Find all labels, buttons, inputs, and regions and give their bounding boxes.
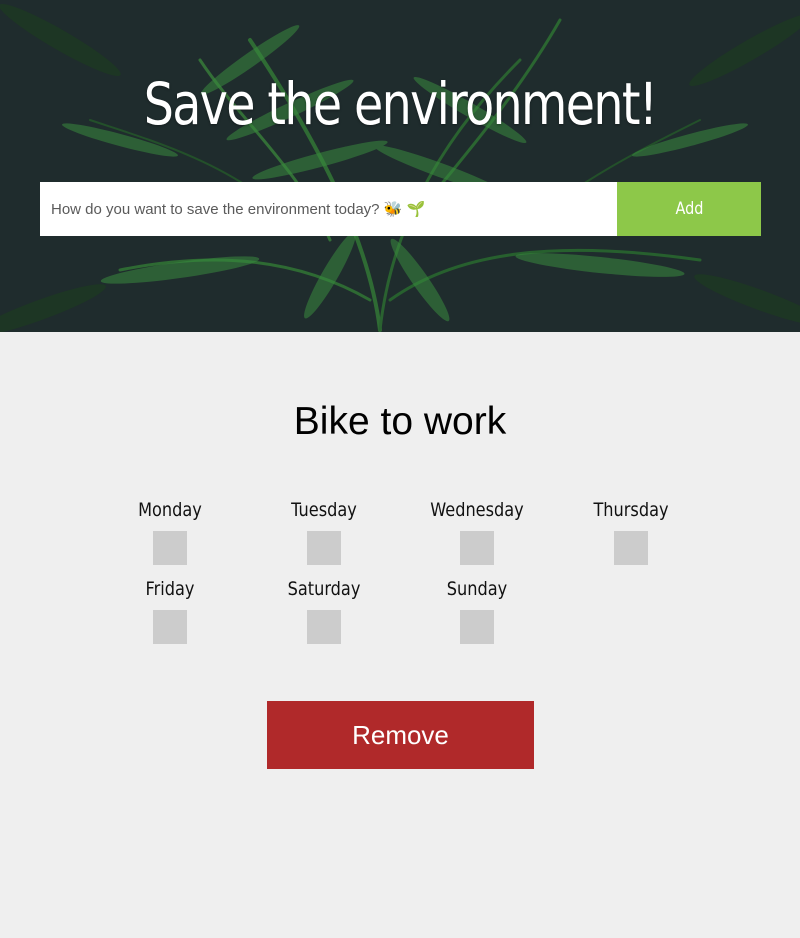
day-thursday: Thursday bbox=[561, 497, 701, 565]
day-checkbox-wednesday[interactable] bbox=[460, 531, 494, 565]
day-wednesday: Wednesday bbox=[407, 497, 547, 565]
day-label: Saturday bbox=[287, 578, 361, 600]
task-title: Bike to work bbox=[293, 400, 507, 443]
add-button-label: Add bbox=[675, 199, 703, 219]
day-label: Sunday bbox=[446, 578, 508, 600]
day-label: Wednesday bbox=[430, 499, 524, 521]
day-checkbox-monday[interactable] bbox=[153, 531, 187, 565]
day-saturday: Saturday bbox=[254, 576, 394, 644]
day-label: Friday bbox=[145, 578, 195, 600]
leaf-background-image bbox=[0, 3, 800, 332]
day-monday: Monday bbox=[100, 497, 240, 565]
day-friday: Friday bbox=[100, 576, 240, 644]
remove-button[interactable]: Remove bbox=[267, 701, 534, 769]
day-label: Thursday bbox=[593, 499, 669, 521]
day-label: Tuesday bbox=[291, 499, 357, 521]
day-checkbox-tuesday[interactable] bbox=[307, 531, 341, 565]
hero-banner: Save the environment! Add bbox=[0, 0, 800, 332]
day-label: Monday bbox=[138, 499, 202, 521]
todo-input[interactable] bbox=[40, 182, 618, 236]
day-checkbox-sunday[interactable] bbox=[460, 610, 494, 644]
day-checkbox-thursday[interactable] bbox=[614, 531, 648, 565]
day-sunday: Sunday bbox=[407, 576, 547, 644]
add-button[interactable]: Add bbox=[617, 182, 761, 236]
day-checkbox-friday[interactable] bbox=[153, 610, 187, 644]
page-title: Save the environment! bbox=[143, 70, 658, 138]
day-checkbox-saturday[interactable] bbox=[307, 610, 341, 644]
day-tuesday: Tuesday bbox=[254, 497, 394, 565]
